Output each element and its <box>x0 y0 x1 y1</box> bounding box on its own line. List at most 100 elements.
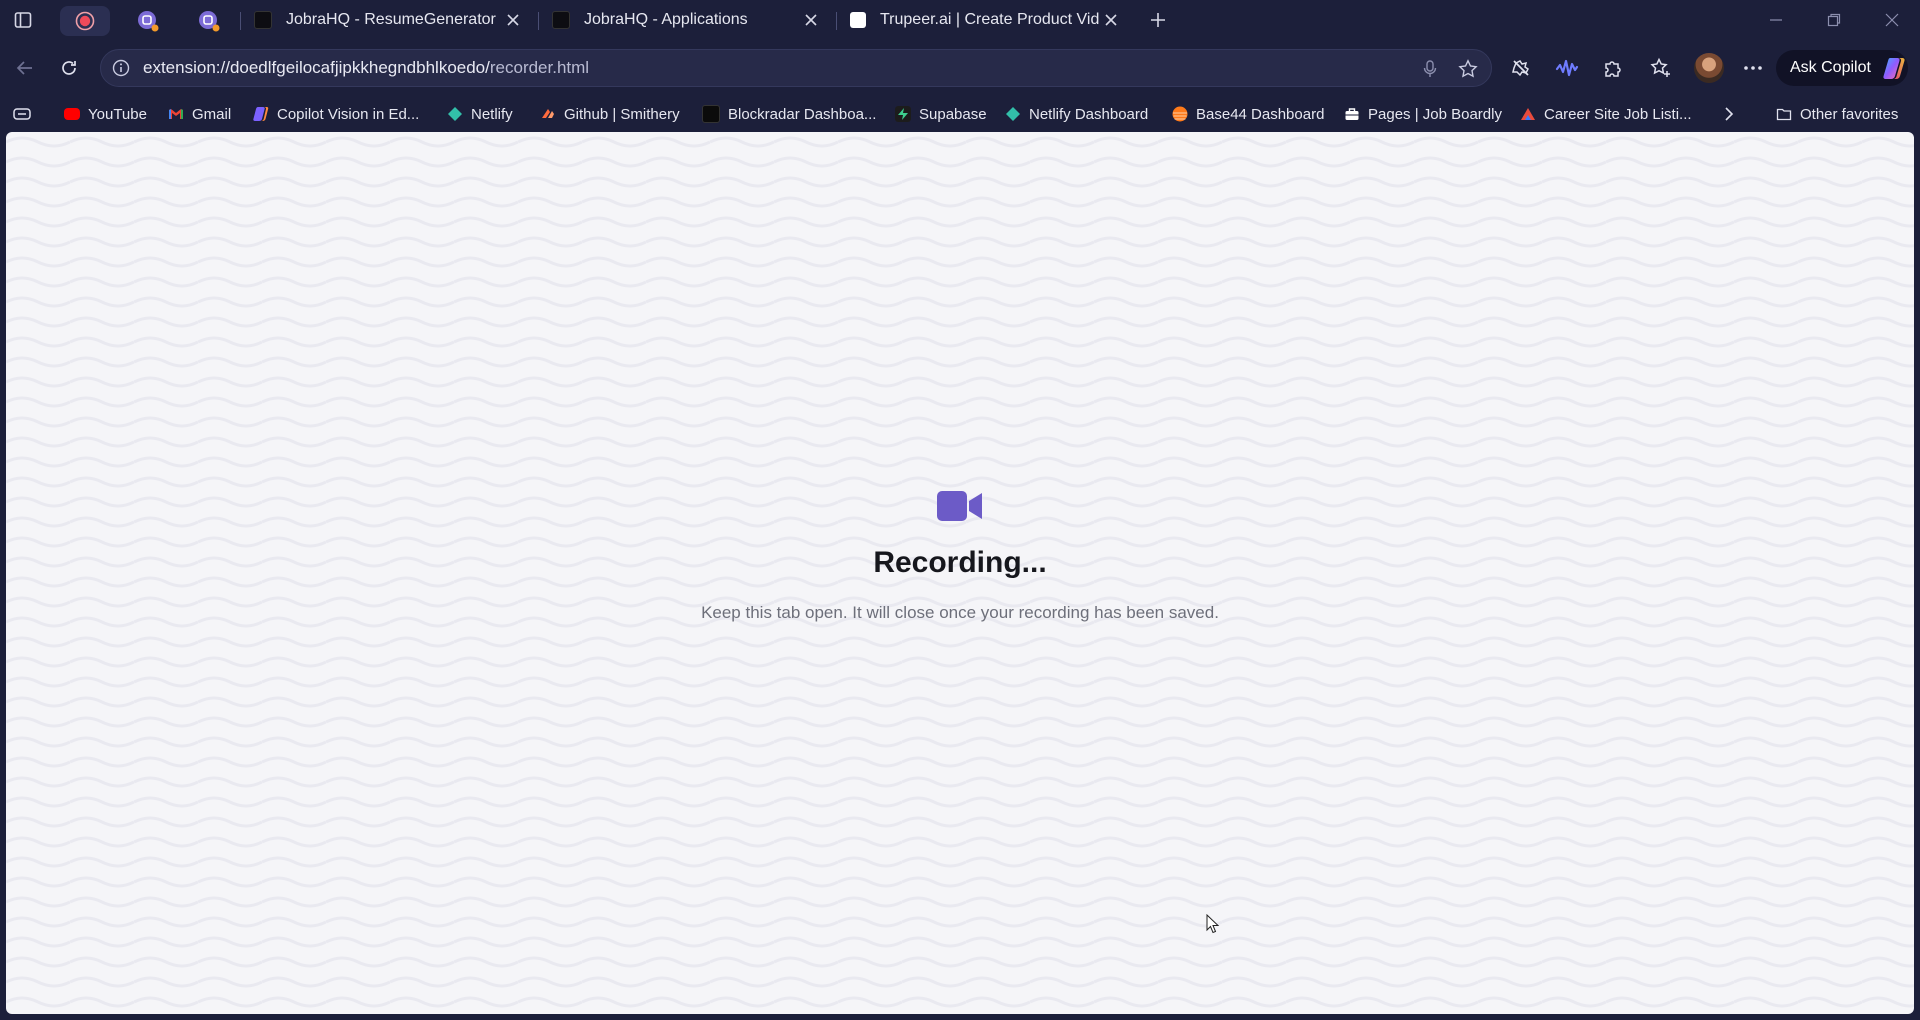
favorite-label: Copilot Vision in Ed... <box>277 105 420 123</box>
restore-icon <box>1827 13 1841 27</box>
jobra-icon <box>254 11 272 29</box>
close-icon <box>805 14 817 26</box>
favorite-blockradar[interactable]: Blockradar Dashboa... <box>702 102 876 126</box>
tracker-block-icon <box>1512 60 1529 77</box>
address-bar[interactable]: extension://doedlfgeilocafjipkkhegndbhlk… <box>100 49 1492 87</box>
refresh-button[interactable] <box>54 53 84 83</box>
video-camera-icon <box>937 491 982 521</box>
tab-title: Trupeer.ai | Create Product Videos <box>880 11 1100 28</box>
extension-button-1[interactable] <box>1506 53 1536 83</box>
tab-jobrahq-resumegenerator[interactable]: JobraHQ - ResumeGenerator <box>244 4 532 36</box>
favorite-label: Supabase <box>919 105 987 123</box>
tab-title: JobraHQ - Applications <box>584 11 748 28</box>
collections-icon <box>13 108 31 120</box>
favorites-overflow-button[interactable] <box>1722 102 1736 126</box>
refresh-icon <box>62 61 76 75</box>
favorite-label: Github | Smithery <box>564 105 680 123</box>
folder-icon <box>1776 108 1792 121</box>
extensions-button[interactable] <box>1598 53 1628 83</box>
favorite-netlify-dashboard[interactable]: Netlify Dashboard <box>1005 102 1148 126</box>
copilot-logo-icon <box>1883 58 1905 79</box>
new-tab-button[interactable] <box>1144 7 1172 33</box>
voice-search-button[interactable] <box>1419 58 1441 80</box>
arrow-left-icon <box>16 61 32 75</box>
smithery-icon <box>542 109 554 118</box>
favorite-star-button[interactable] <box>1457 58 1479 80</box>
record-icon <box>75 11 95 31</box>
favorite-supabase[interactable]: Supabase <box>895 102 987 126</box>
favorite-label: Gmail <box>192 105 232 123</box>
tab-close-button[interactable] <box>800 9 822 31</box>
chevron-right-icon <box>1725 107 1734 121</box>
ask-copilot-label: Ask Copilot <box>1790 59 1871 76</box>
minimize-icon <box>1770 19 1782 21</box>
tab-title: JobraHQ - ResumeGenerator <box>286 11 496 28</box>
favorite-career-site[interactable]: Career Site Job Listi... <box>1520 102 1692 126</box>
briefcase-icon <box>1345 108 1359 120</box>
favorite-youtube[interactable]: YouTube <box>64 102 147 126</box>
netlify-icon <box>1006 107 1020 121</box>
favorites-bar: YouTube Gmail Copilot Vision in Ed... Ne… <box>0 96 1920 132</box>
back-button[interactable] <box>10 53 40 83</box>
supabase-icon <box>895 106 911 122</box>
tab-jobrahq-applications[interactable]: JobraHQ - Applications <box>542 4 830 36</box>
other-favorites-folder[interactable]: Other favorites <box>1776 102 1898 126</box>
profile-avatar[interactable] <box>1694 53 1724 83</box>
tab-trupeer[interactable]: Trupeer.ai | Create Product Videos <box>840 4 1130 36</box>
close-icon <box>1885 13 1899 27</box>
tab-separator <box>836 12 837 30</box>
jobra-icon <box>552 11 570 29</box>
favorite-netlify[interactable]: Netlify <box>447 102 513 126</box>
puzzle-icon <box>1605 61 1621 77</box>
page-viewport: Recording... Keep this tab open. It will… <box>6 132 1914 1014</box>
pinned-tab-recorder[interactable] <box>60 6 110 36</box>
other-favorites-label: Other favorites <box>1800 105 1899 123</box>
favorite-label: Base44 Dashboard <box>1196 105 1325 123</box>
more-horizontal-icon <box>1744 66 1762 70</box>
tab-separator <box>538 12 539 30</box>
favorites-collections-button[interactable] <box>12 102 32 126</box>
microphone-icon <box>1423 60 1437 77</box>
restore-button[interactable] <box>1806 0 1862 40</box>
trupeer-icon <box>850 12 866 28</box>
sidebar-toggle-icon <box>14 12 32 28</box>
info-icon <box>112 59 130 77</box>
recording-subtitle: Keep this tab open. It will close once y… <box>701 603 1219 622</box>
tab-strip: JobraHQ - ResumeGenerator JobraHQ - Appl… <box>0 0 1920 40</box>
app-icon <box>199 11 220 32</box>
favorite-base44-dashboard[interactable]: Base44 Dashboard <box>1172 102 1324 126</box>
netlify-icon <box>448 107 462 121</box>
settings-menu-button[interactable] <box>1738 53 1768 83</box>
navigation-bar: extension://doedlfgeilocafjipkkhegndbhlk… <box>0 40 1920 96</box>
tab-separator <box>240 12 241 30</box>
mouse-cursor-icon <box>1206 914 1220 934</box>
site-info-button[interactable] <box>111 58 131 78</box>
url-path: recorder.html <box>489 58 590 77</box>
close-window-button[interactable] <box>1864 0 1920 40</box>
gmail-icon <box>169 109 183 119</box>
favorite-label: YouTube <box>88 105 147 123</box>
plus-icon <box>1151 13 1165 27</box>
waveform-icon <box>1555 59 1579 77</box>
base44-icon <box>1172 106 1188 122</box>
app-icon <box>138 11 159 32</box>
favorites-star-icon <box>1650 57 1670 77</box>
minimize-button[interactable] <box>1748 0 1804 40</box>
pinned-tab-1[interactable] <box>123 6 173 36</box>
url-text[interactable]: extension://doedlfgeilocafjipkkhegndbhlk… <box>143 58 589 78</box>
tab-actions-button[interactable] <box>10 8 36 32</box>
favorite-github-smithery[interactable]: Github | Smithery <box>540 102 680 126</box>
close-icon <box>1105 14 1117 26</box>
ask-copilot-button[interactable]: Ask Copilot <box>1776 50 1908 86</box>
star-outline-icon <box>1458 59 1478 78</box>
favorite-job-boardly[interactable]: Pages | Job Boardly <box>1344 102 1502 126</box>
extension-button-2[interactable] <box>1552 53 1582 83</box>
favorite-gmail[interactable]: Gmail <box>168 102 231 126</box>
tab-close-button[interactable] <box>1100 9 1122 31</box>
favorite-label: Netlify <box>471 105 513 123</box>
favorite-copilot-vision[interactable]: Copilot Vision in Ed... <box>253 102 419 126</box>
career-site-icon <box>1521 108 1535 120</box>
pinned-tab-2[interactable] <box>184 6 234 36</box>
favorites-button[interactable] <box>1646 53 1676 83</box>
tab-close-button[interactable] <box>502 9 524 31</box>
